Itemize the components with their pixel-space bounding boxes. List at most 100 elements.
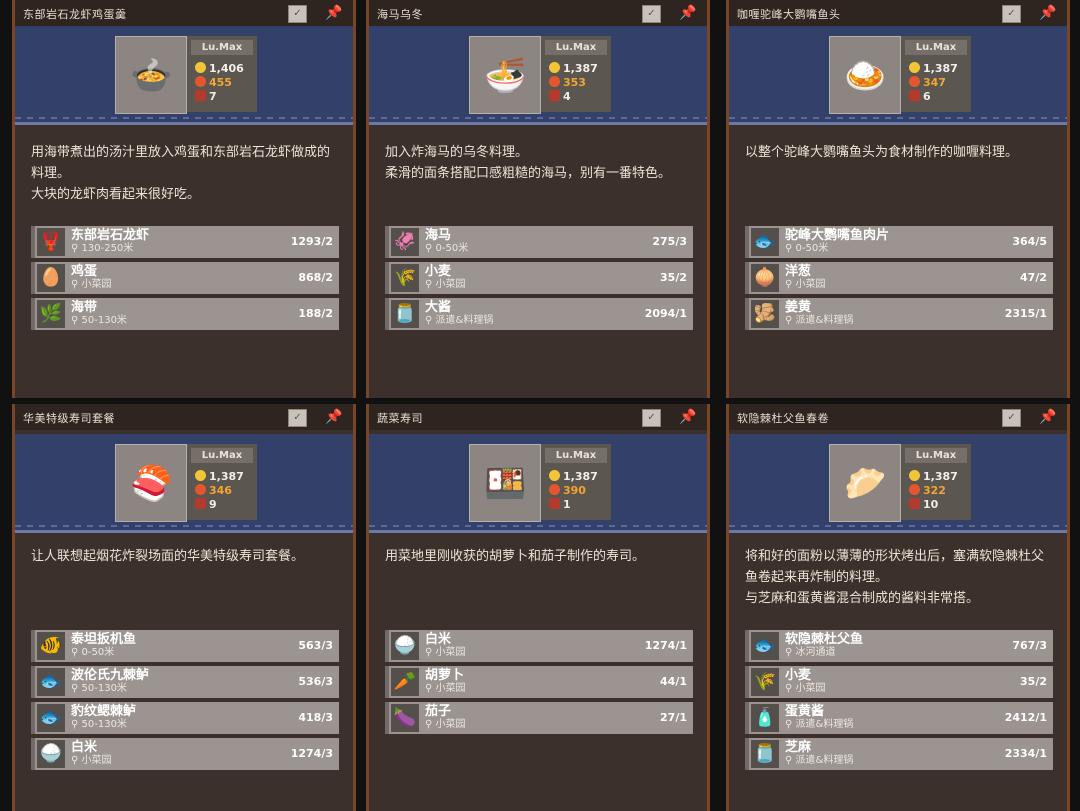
collapse-checkbox-icon[interactable]: ✓ xyxy=(1002,5,1021,23)
collapse-checkbox-icon[interactable]: ✓ xyxy=(1002,409,1021,427)
taste-icon xyxy=(549,484,560,495)
collapse-checkbox-icon[interactable]: ✓ xyxy=(642,5,661,23)
ingredient-amount: 868/2 xyxy=(298,271,333,284)
ingredient-source: ⚲ 0-50米 xyxy=(425,243,469,254)
ingredient-icon: 🫙 xyxy=(751,740,779,768)
description-line: 将和好的面粉以薄薄的形状烤出后，塞满软隐棘杜父鱼卷起来再炸制的料理。 xyxy=(745,549,1045,585)
collapse-checkbox-icon[interactable]: ✓ xyxy=(288,409,307,427)
ingredient-row[interactable]: 🫚 姜黄 ⚲ 派遣&料理锅 2315/1 xyxy=(745,298,1053,330)
ingredient-icon: 🍚 xyxy=(391,632,419,660)
price-value: 1,387 xyxy=(209,470,244,483)
coin-icon xyxy=(909,62,920,73)
dish-icon: 🍜 xyxy=(484,56,527,96)
pin-icon[interactable]: 📌 xyxy=(1039,5,1056,21)
ingredient-name: 蛋黄酱 xyxy=(785,704,825,719)
pin-icon[interactable]: 📌 xyxy=(1039,409,1056,425)
ingredient-name: 东部岩石龙虾 xyxy=(71,228,150,243)
energy-stat: 322 xyxy=(909,484,946,497)
ingredient-row[interactable]: 🥚 鸡蛋 ⚲ 小菜园 868/2 xyxy=(31,262,339,294)
ingredient-list: 🦑 海马 ⚲ 0-50米 275/3 🌾 小麦 ⚲ 小菜园 35/2 🫙 大酱 … xyxy=(385,226,693,334)
card-titlebar: 海马乌冬 ✓ 📌 xyxy=(369,0,707,26)
ingredient-row[interactable]: 🐟 豹纹鳃棘鲈 ⚲ 50-130米 418/3 xyxy=(31,702,339,734)
energy-stat: 347 xyxy=(909,76,946,89)
level-badge: Lu.Max xyxy=(545,448,607,463)
recipe-description: 将和好的面粉以薄薄的形状烤出后，塞满软隐棘杜父鱼卷起来再炸制的料理。 与芝麻和蛋黄… xyxy=(745,546,1045,609)
collapse-checkbox-icon[interactable]: ✓ xyxy=(642,409,661,427)
description-line: 用菜地里刚收获的胡萝卜和茄子制作的寿司。 xyxy=(385,549,646,564)
ingredient-icon: 🌾 xyxy=(391,264,419,292)
ingredient-row[interactable]: 🍆 茄子 ⚲ 小菜园 27/1 xyxy=(385,702,693,734)
ingredient-source: ⚲ 50-130米 xyxy=(71,315,127,326)
level-badge: Lu.Max xyxy=(545,40,607,55)
serving-stat: 7 xyxy=(195,90,217,103)
ingredient-name: 白米 xyxy=(71,740,98,755)
ingredient-icon: 🌿 xyxy=(37,300,65,328)
recipe-description: 加入炸海马的乌冬料理。 柔滑的面条搭配口感粗糙的海马，别有一番特色。 xyxy=(385,142,685,184)
ingredient-row[interactable]: 🐟 软隐棘杜父鱼 ⚲ 冰河通道 767/3 xyxy=(745,630,1053,662)
ingredient-row[interactable]: 🌿 海带 ⚲ 50-130米 188/2 xyxy=(31,298,339,330)
ingredient-source-text: 0-50米 xyxy=(795,243,829,254)
ingredient-amount: 563/3 xyxy=(298,639,333,652)
ingredient-row[interactable]: 🍚 白米 ⚲ 小菜园 1274/3 xyxy=(31,738,339,770)
ingredient-row[interactable]: 🐠 泰坦扳机鱼 ⚲ 0-50米 563/3 xyxy=(31,630,339,662)
ingredient-icon: 🍆 xyxy=(391,704,419,732)
dish-banner: 🍜 Lu.Max 1,387 353 4 xyxy=(369,26,707,125)
ingredient-amount: 364/5 xyxy=(1012,235,1047,248)
coin-icon xyxy=(195,62,206,73)
ingredient-source-text: 小菜园 xyxy=(435,279,466,290)
dish-stats: Lu.Max 1,387 346 9 xyxy=(187,444,257,520)
recipe-title: 海马乌冬 xyxy=(377,8,423,21)
serving-icon xyxy=(195,498,206,509)
serving-value: 7 xyxy=(209,90,217,103)
ingredient-source: ⚲ 小菜园 xyxy=(425,683,466,694)
energy-value: 346 xyxy=(209,484,232,497)
ingredient-source: ⚲ 小菜园 xyxy=(425,647,466,658)
ingredient-source: ⚲ 50-130米 xyxy=(71,719,127,730)
card-titlebar: 东部岩石龙虾鸡蛋羹 ✓ 📌 xyxy=(15,0,353,26)
recipe-title: 咖喱驼峰大鹦嘴鱼头 xyxy=(737,8,841,21)
ingredient-source: ⚲ 小菜园 xyxy=(785,683,826,694)
ingredient-amount: 275/3 xyxy=(652,235,687,248)
ingredient-icon: 🐟 xyxy=(751,632,779,660)
collapse-checkbox-icon[interactable]: ✓ xyxy=(288,5,307,23)
serving-value: 1 xyxy=(563,498,571,511)
serving-stat: 1 xyxy=(549,498,571,511)
ingredient-row[interactable]: 🧅 洋葱 ⚲ 小菜园 47/2 xyxy=(745,262,1053,294)
ingredient-source: ⚲ 50-130米 xyxy=(71,683,127,694)
ingredient-icon: 🥚 xyxy=(37,264,65,292)
ingredient-row[interactable]: 🫙 大酱 ⚲ 派遣&料理锅 2094/1 xyxy=(385,298,693,330)
ingredient-amount: 1274/3 xyxy=(290,747,333,760)
serving-stat: 4 xyxy=(549,90,571,103)
ingredient-name: 海带 xyxy=(71,300,98,315)
ingredient-source: ⚲ 小菜园 xyxy=(425,719,466,730)
ingredient-name: 驼峰大鹦嘴鱼肉片 xyxy=(785,228,890,243)
pin-icon[interactable]: 📌 xyxy=(679,5,696,21)
recipe-description: 以整个驼峰大鹦嘴鱼头为食材制作的咖喱料理。 xyxy=(745,142,1045,163)
coin-icon xyxy=(549,470,560,481)
ingredient-row[interactable]: 🍚 白米 ⚲ 小菜园 1274/1 xyxy=(385,630,693,662)
recipe-card: 咖喱驼峰大鹦嘴鱼头 ✓ 📌 🍛 Lu.Max 1,387 347 6 以整个驼峰… xyxy=(726,0,1070,398)
pin-icon[interactable]: 📌 xyxy=(325,409,342,425)
ingredient-row[interactable]: 🥕 胡萝卜 ⚲ 小菜园 44/1 xyxy=(385,666,693,698)
ingredient-row[interactable]: 🫙 芝麻 ⚲ 派遣&料理锅 2334/1 xyxy=(745,738,1053,770)
ingredient-source-text: 0-50米 xyxy=(81,647,115,658)
energy-value: 322 xyxy=(923,484,946,497)
ingredient-name: 白米 xyxy=(425,632,452,647)
pin-icon[interactable]: 📌 xyxy=(325,5,342,21)
card-titlebar: 软隐棘杜父鱼春卷 ✓ 📌 xyxy=(729,404,1067,430)
ingredient-icon: 🧅 xyxy=(751,264,779,292)
price-stat: 1,387 xyxy=(195,470,244,483)
description-line: 以整个驼峰大鹦嘴鱼头为食材制作的咖喱料理。 xyxy=(745,145,1019,160)
ingredient-row[interactable]: 🦞 东部岩石龙虾 ⚲ 130-250米 1293/2 xyxy=(31,226,339,258)
level-badge: Lu.Max xyxy=(191,40,253,55)
ingredient-row[interactable]: 🌾 小麦 ⚲ 小菜园 35/2 xyxy=(385,262,693,294)
ingredient-row[interactable]: 🐟 驼峰大鹦嘴鱼肉片 ⚲ 0-50米 364/5 xyxy=(745,226,1053,258)
ingredient-row[interactable]: 🐟 波伦氏九棘鲈 ⚲ 50-130米 536/3 xyxy=(31,666,339,698)
ingredient-source: ⚲ 冰河通道 xyxy=(785,647,836,658)
ingredient-row[interactable]: 🌾 小麦 ⚲ 小菜园 35/2 xyxy=(745,666,1053,698)
pin-icon[interactable]: 📌 xyxy=(679,409,696,425)
recipe-description: 用海带煮出的汤汁里放入鸡蛋和东部岩石龙虾做成的料理。 大块的龙虾肉看起来很好吃。 xyxy=(31,142,331,205)
ingredient-row[interactable]: 🧴 蛋黄酱 ⚲ 派遣&料理锅 2412/1 xyxy=(745,702,1053,734)
dish-banner: 🍛 Lu.Max 1,387 347 6 xyxy=(729,26,1067,125)
ingredient-row[interactable]: 🦑 海马 ⚲ 0-50米 275/3 xyxy=(385,226,693,258)
